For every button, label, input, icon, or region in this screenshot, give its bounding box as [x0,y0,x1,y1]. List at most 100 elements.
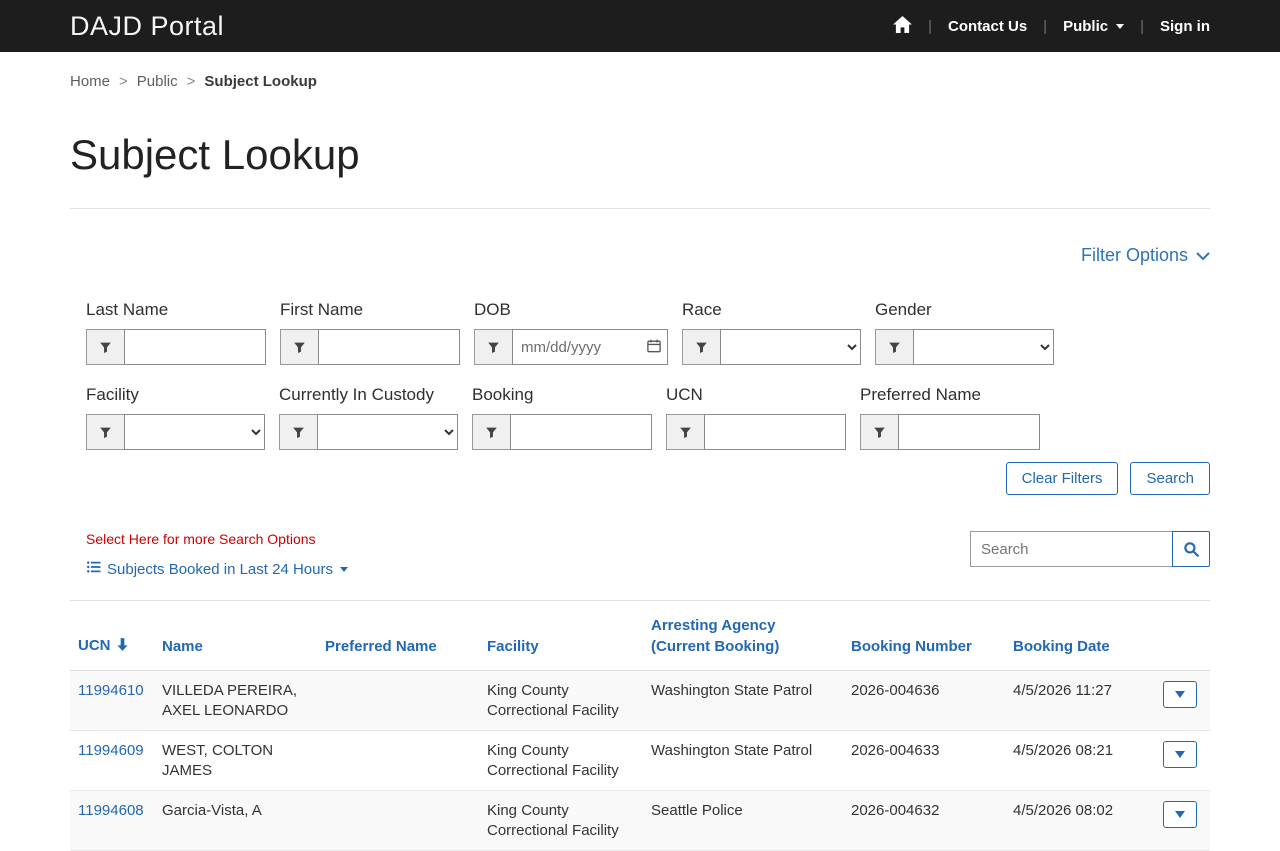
breadcrumb-home[interactable]: Home [70,73,110,90]
custody-filter-funnel-button[interactable] [279,414,317,450]
booking-filter-funnel-button[interactable] [472,414,510,450]
booked-last-24-hours-link[interactable]: Subjects Booked in Last 24 Hours [86,560,348,578]
funnel-icon [873,426,886,439]
gender-select[interactable] [913,329,1054,365]
ucn-link[interactable]: 11994610 [78,682,144,699]
list-icon [86,560,101,578]
facility-select[interactable] [124,414,265,450]
row-expand-button[interactable] [1163,681,1197,708]
ucn-label: UCN [666,385,846,405]
first-name-filter-funnel-button[interactable] [280,329,318,365]
chevron-down-icon [1175,691,1185,698]
quick-search-input[interactable] [970,531,1172,567]
extra-links: Select Here for more Search Options Subj… [86,531,348,578]
filter-options-toggle[interactable]: Filter Options [1081,245,1210,266]
chevron-down-icon [1196,245,1210,266]
public-menu[interactable]: Public [1063,18,1124,35]
breadcrumb-public[interactable]: Public [137,73,178,90]
column-header-ucn[interactable]: UCN [70,601,154,671]
results-table-section: UCN Name Preferred Name Facility Arresti… [70,600,1210,851]
preferred-name-filter-funnel-button[interactable] [860,414,898,450]
facility-cell: King County Correctional Facility [479,671,643,731]
first-name-label: First Name [280,300,460,320]
column-header-actions [1155,601,1210,671]
funnel-icon [695,341,708,354]
ucn-header-label: UCN [78,637,111,654]
table-row: 11994610 VILLEDA PEREIRA, AXEL LEONARDO … [70,671,1210,731]
sort-descending-icon [117,638,128,655]
race-filter-funnel-button[interactable] [682,329,720,365]
dob-date-input[interactable] [512,329,668,365]
funnel-icon [99,341,112,354]
filter-field-ucn: UCN [666,385,846,450]
chevron-down-icon [1175,751,1185,758]
search-icon [1183,541,1200,558]
gender-filter-funnel-button[interactable] [875,329,913,365]
filter-field-first-name: First Name [280,300,460,365]
filter-field-preferred-name: Preferred Name [860,385,1040,450]
booking-number-cell: 2026-004636 [843,671,1005,731]
brand-title[interactable]: DAJD Portal [70,11,224,42]
funnel-icon [485,426,498,439]
booking-date-cell: 4/5/2026 11:27 [1005,671,1155,731]
search-button[interactable]: Search [1130,462,1210,495]
preferred-name-cell [317,731,479,791]
funnel-icon [679,426,692,439]
home-nav-button[interactable] [893,16,912,37]
custody-label: Currently In Custody [279,385,458,405]
column-header-booking-date[interactable]: Booking Date [1005,601,1155,671]
breadcrumb-current: Subject Lookup [204,73,317,90]
more-search-options-link[interactable]: Select Here for more Search Options [86,531,348,547]
booking-label: Booking [472,385,652,405]
ucn-input[interactable] [704,414,846,450]
quick-search-button[interactable] [1172,531,1210,567]
facility-filter-funnel-button[interactable] [86,414,124,450]
filter-field-last-name: Last Name [86,300,266,365]
breadcrumb-separator: > [119,73,128,90]
column-header-arresting-agency[interactable]: Arresting Agency (Current Booking) [643,601,843,671]
filter-options-label: Filter Options [1081,245,1188,266]
public-menu-label: Public [1063,18,1108,35]
sign-in-link[interactable]: Sign in [1160,18,1210,35]
custody-select[interactable] [317,414,458,450]
row-expand-button[interactable] [1163,741,1197,768]
race-select[interactable] [720,329,861,365]
dob-label: DOB [474,300,668,320]
column-header-facility[interactable]: Facility [479,601,643,671]
ucn-link[interactable]: 11994608 [78,802,144,819]
preferred-name-cell [317,671,479,731]
dob-filter-funnel-button[interactable] [474,329,512,365]
preferred-name-input[interactable] [898,414,1040,450]
booking-input[interactable] [510,414,652,450]
nav-divider: | [928,18,932,35]
name-cell: VILLEDA PEREIRA, AXEL LEONARDO [154,671,317,731]
column-header-name[interactable]: Name [154,601,317,671]
title-divider [70,208,1210,209]
last-name-input[interactable] [124,329,266,365]
agency-cell: Washington State Patrol [643,671,843,731]
contact-us-link[interactable]: Contact Us [948,18,1027,35]
chevron-down-icon [1175,811,1185,818]
column-header-booking-number[interactable]: Booking Number [843,601,1005,671]
ucn-link[interactable]: 11994609 [78,742,144,759]
chevron-down-icon [1116,24,1124,29]
quick-search [970,531,1210,567]
booked-last-24-hours-label: Subjects Booked in Last 24 Hours [107,561,333,578]
first-name-input[interactable] [318,329,460,365]
filter-field-facility: Facility [86,385,265,450]
filter-field-booking: Booking [472,385,652,450]
funnel-icon [292,426,305,439]
booking-date-cell: 4/5/2026 08:21 [1005,731,1155,791]
funnel-icon [99,426,112,439]
breadcrumb-separator: > [187,73,196,90]
facility-label: Facility [86,385,265,405]
last-name-filter-funnel-button[interactable] [86,329,124,365]
column-header-preferred-name[interactable]: Preferred Name [317,601,479,671]
filter-field-dob: DOB [474,300,668,365]
sign-in-label: Sign in [1160,18,1210,35]
row-expand-button[interactable] [1163,801,1197,828]
funnel-icon [888,341,901,354]
funnel-icon [487,341,500,354]
clear-filters-button[interactable]: Clear Filters [1006,462,1119,495]
ucn-filter-funnel-button[interactable] [666,414,704,450]
